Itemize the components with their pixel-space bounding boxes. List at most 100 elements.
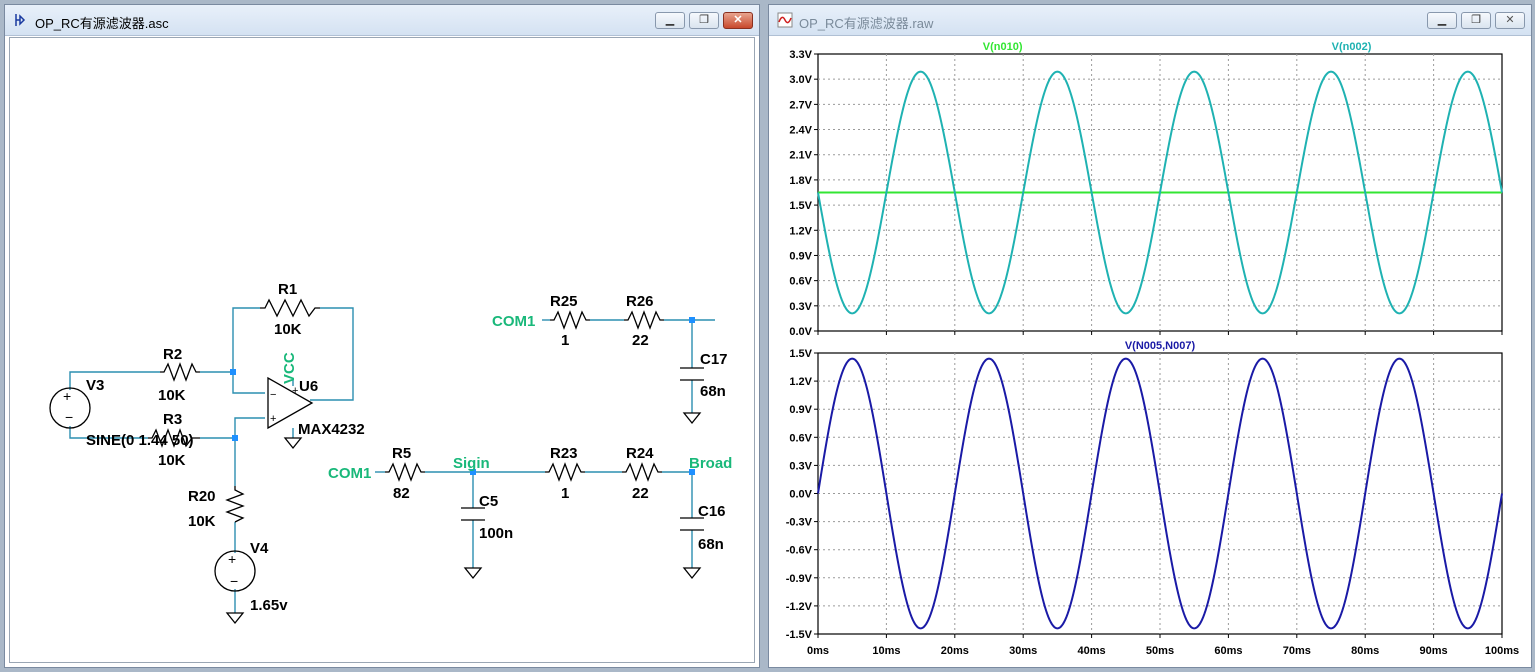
opamp-plus-symbol: + — [270, 413, 276, 425]
x-tick-label: 40ms — [1078, 645, 1106, 657]
y-tick-label: 0.0V — [789, 326, 812, 338]
com1-net-label-top: COM1 — [492, 313, 535, 330]
y-tick-label: 0.6V — [789, 432, 812, 444]
trace-label[interactable]: V(N005,N007) — [1125, 340, 1196, 352]
r24-value: 22 — [632, 485, 649, 502]
y-tick-label: 1.8V — [789, 175, 812, 187]
x-tick-label: 10ms — [872, 645, 900, 657]
r5-label: R5 — [392, 445, 411, 462]
maximize-button[interactable]: ❐ — [1461, 12, 1491, 29]
y-tick-label: 0.0V — [789, 489, 812, 501]
y-tick-label: 3.3V — [789, 49, 812, 61]
vcc-net-label: VCC — [281, 352, 298, 384]
r24-label: R24 — [626, 445, 654, 462]
minimize-icon: ▁ — [1437, 14, 1447, 26]
y-tick-label: 0.9V — [789, 250, 812, 262]
y-tick-label: 0.9V — [789, 404, 812, 416]
r20-label: R20 — [188, 488, 216, 505]
x-tick-label: 100ms — [1485, 645, 1519, 657]
restore-icon: ❐ — [699, 14, 709, 26]
x-tick-label: 0ms — [807, 645, 829, 657]
close-icon: ✕ — [1505, 14, 1515, 26]
r1-label: R1 — [278, 281, 297, 298]
y-tick-label: 0.3V — [789, 460, 812, 472]
r3-label: R3 — [163, 411, 182, 428]
waveform-plot[interactable]: 0.0V 0.3V 0.6V 0.9V 1.2V 1.5V 1.8V 2.1V 2.4V 2.7V… — [769, 36, 1531, 667]
broad-net-label: Broad — [689, 455, 732, 472]
waveform-window-title: OP_RC有源滤波器.raw — [799, 16, 934, 31]
r5-value: 82 — [393, 485, 410, 502]
y-tick-label: -0.9V — [786, 573, 813, 585]
y-tick-label: -1.5V — [786, 629, 813, 641]
y-tick-label: -0.6V — [786, 545, 813, 557]
y-tick-label: -0.3V — [786, 517, 813, 529]
maximize-button[interactable]: ❐ — [689, 12, 719, 29]
waveform-viewer[interactable]: 0.0V 0.3V 0.6V 0.9V 1.2V 1.5V 1.8V 2.1V 2.4V 2.7V… — [769, 36, 1531, 667]
y-tick-label: 1.2V — [789, 225, 812, 237]
minimize-button[interactable]: ▁ — [1427, 12, 1457, 29]
plot-pane-top[interactable]: 0.0V 0.3V 0.6V 0.9V 1.2V 1.5V 1.8V 2.1V 2.4V 2.7V… — [789, 41, 1503, 338]
opamp-supply-plus-symbol: + — [292, 385, 298, 397]
schematic-canvas[interactable]: + − + − − + + R1 10K R2 10K R3 10K R20 1… — [9, 37, 755, 663]
y-tick-label: 1.5V — [789, 200, 812, 212]
r26-value: 22 — [632, 332, 649, 349]
y-tick-label: -1.2V — [786, 601, 813, 613]
y-tick-label: 1.2V — [789, 376, 812, 388]
v4-plus-symbol: + — [228, 551, 236, 567]
v4-minus-symbol: − — [230, 573, 238, 589]
r2-label: R2 — [163, 346, 182, 363]
c16-value: 68n — [698, 536, 724, 553]
plot-pane-bottom[interactable]: 0ms 10ms 20ms 30ms 40ms 50ms 60ms 70ms 80ms 90ms 1… — [786, 340, 1519, 657]
v3-value: SINE(0 1.44 50) — [86, 432, 194, 449]
minimize-icon: ▁ — [665, 14, 675, 26]
c17-value: 68n — [700, 383, 726, 400]
close-icon: ✕ — [733, 14, 743, 26]
v4-value: 1.65v — [250, 597, 288, 614]
close-button[interactable]: ✕ — [1495, 12, 1525, 29]
r25-value: 1 — [561, 332, 569, 349]
minimize-button[interactable]: ▁ — [655, 12, 685, 29]
v3-plus-symbol: + — [63, 388, 71, 404]
y-tick-label: 2.7V — [789, 99, 812, 111]
c16-label: C16 — [698, 503, 726, 520]
x-tick-label: 20ms — [941, 645, 969, 657]
r2-value: 10K — [158, 387, 186, 404]
v3-minus-symbol: − — [65, 409, 73, 425]
u6-label: U6 — [299, 378, 318, 395]
schematic-drawing[interactable]: + − + − − + + R1 10K R2 10K R3 10K R20 1… — [10, 38, 754, 663]
schematic-icon — [15, 14, 26, 26]
y-tick-label: 0.3V — [789, 301, 812, 313]
u6-value: MAX4232 — [298, 421, 365, 438]
r1-value: 10K — [274, 321, 302, 338]
waveform-icon — [777, 12, 793, 28]
x-tick-label: 30ms — [1009, 645, 1037, 657]
y-tick-label: 3.0V — [789, 74, 812, 86]
v4-label: V4 — [250, 540, 269, 557]
restore-icon: ❐ — [1471, 14, 1481, 26]
com1-net-label-bottom: COM1 — [328, 465, 371, 482]
r23-label: R23 — [550, 445, 578, 462]
c17-label: C17 — [700, 351, 728, 368]
x-tick-label: 70ms — [1283, 645, 1311, 657]
y-tick-label: 0.6V — [789, 276, 812, 288]
v3-label: V3 — [86, 377, 104, 394]
trace-label[interactable]: V(n010) — [983, 41, 1023, 53]
r25-label: R25 — [550, 293, 578, 310]
schematic-titlebar[interactable]: OP_RC有源滤波器.asc ▁ ❐ ✕ — [5, 5, 759, 36]
waveform-titlebar[interactable]: OP_RC有源滤波器.raw ▁ ❐ ✕ — [769, 5, 1531, 36]
x-tick-label: 90ms — [1420, 645, 1448, 657]
close-button[interactable]: ✕ — [723, 12, 753, 29]
x-tick-label: 80ms — [1351, 645, 1379, 657]
opamp-minus-symbol: − — [270, 389, 276, 401]
r26-label: R26 — [626, 293, 654, 310]
x-tick-label: 50ms — [1146, 645, 1174, 657]
waveform-window[interactable]: OP_RC有源滤波器.raw ▁ ❐ ✕ 0.0V 0.3V 0.6V 0.9V 1.2… — [768, 4, 1532, 668]
r3-value: 10K — [158, 452, 186, 469]
schematic-window-title: OP_RC有源滤波器.asc — [35, 16, 169, 31]
y-tick-label: 2.1V — [789, 150, 812, 162]
c5-value: 100n — [479, 525, 513, 542]
trace-label[interactable]: V(n002) — [1332, 41, 1372, 53]
y-tick-label: 1.5V — [789, 348, 812, 360]
r20-value: 10K — [188, 513, 216, 530]
schematic-window[interactable]: OP_RC有源滤波器.asc ▁ ❐ ✕ + − + − − + + R1 10… — [4, 4, 760, 668]
